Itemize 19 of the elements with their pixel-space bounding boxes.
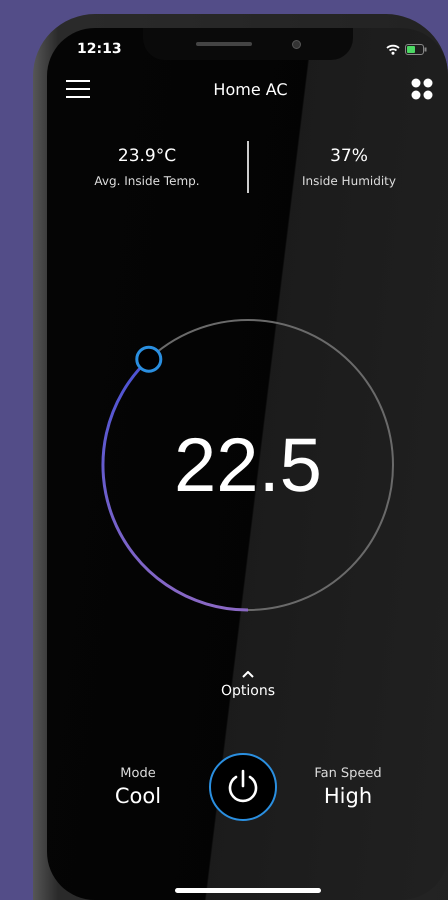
dial-thumb[interactable] <box>135 346 162 373</box>
screen-title: Home AC <box>213 80 288 98</box>
menu-icon[interactable] <box>66 79 90 99</box>
grid-icon[interactable] <box>410 78 433 100</box>
control-value[interactable]: Cool <box>114 784 162 808</box>
chevron-up-icon <box>242 671 254 678</box>
battery-icon <box>405 44 427 54</box>
options-button[interactable]: Options <box>220 671 276 699</box>
control-label: Fan Speed <box>314 766 382 781</box>
stat-label: Inside Humidity <box>302 174 396 188</box>
stat-value: 23.9°C <box>118 146 176 166</box>
stat-value: 37% <box>330 146 368 166</box>
status-time: 12:13 <box>77 41 122 57</box>
power-icon <box>226 769 260 805</box>
setpoint-temperature: 22.5 <box>174 422 322 508</box>
wifi-icon <box>386 44 400 54</box>
control-label: Mode <box>120 766 156 781</box>
stat-label: Avg. Inside Temp. <box>94 174 200 188</box>
control-value[interactable]: High <box>324 784 372 808</box>
